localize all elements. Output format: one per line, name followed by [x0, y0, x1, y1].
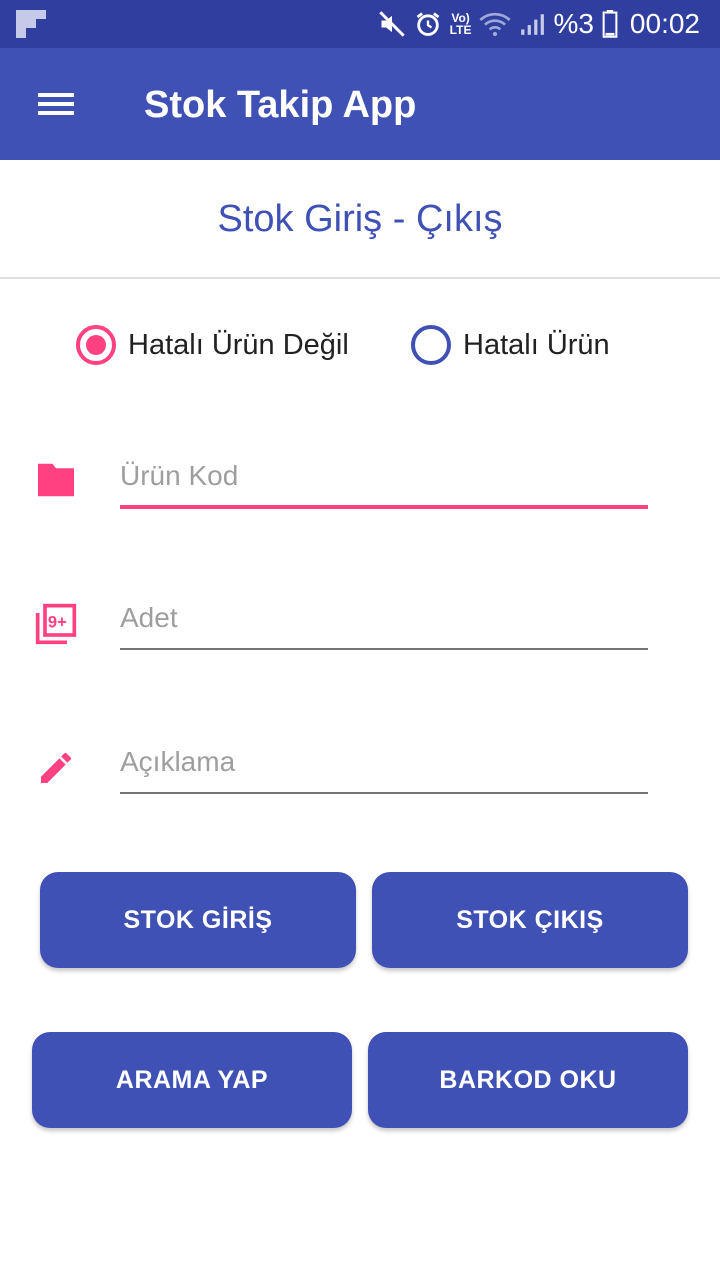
- quantity-field[interactable]: [120, 594, 648, 650]
- volte-bottom: LTE: [449, 23, 472, 37]
- status-bar: Vo) LTE %3 00:02: [0, 0, 720, 48]
- volte-label: Vo) LTE: [450, 12, 472, 36]
- status-icons: Vo) LTE %3 00:02: [378, 0, 700, 48]
- flipboard-notification-icon: [16, 10, 46, 38]
- quantity-underline: [120, 648, 648, 650]
- svg-text:9+: 9+: [48, 614, 67, 632]
- description-field[interactable]: [120, 738, 648, 794]
- description-underline: [120, 792, 648, 794]
- hamburger-menu-icon[interactable]: [28, 82, 84, 126]
- radio-unchecked-icon[interactable]: [411, 325, 451, 365]
- title-divider: [0, 277, 720, 279]
- radio-not-defective[interactable]: Hatalı Ürün Değil: [76, 325, 349, 365]
- app-bar: Stok Takip App: [0, 48, 720, 160]
- page-title: Stok Giriş - Çıkış: [217, 198, 503, 240]
- radio-label: Hatalı Ürün Değil: [128, 328, 349, 361]
- radio-defective[interactable]: Hatalı Ürün: [411, 325, 610, 365]
- mute-icon: [378, 11, 405, 37]
- search-button[interactable]: ARAMA YAP: [32, 1032, 352, 1128]
- stock-out-button[interactable]: STOK ÇIKIŞ: [372, 872, 688, 968]
- product-code-underline: [120, 505, 648, 509]
- product-code-field[interactable]: [120, 452, 648, 509]
- alarm-icon: [416, 12, 440, 36]
- clock: 00:02: [629, 8, 700, 39]
- battery-percent: %3: [553, 8, 594, 39]
- product-code-input[interactable]: [120, 452, 648, 500]
- pencil-icon: [41, 752, 71, 783]
- folder-icon: [38, 463, 74, 497]
- wifi-icon: [479, 12, 512, 37]
- description-input[interactable]: [120, 738, 648, 786]
- filter-9-plus-icon: 9+: [35, 603, 77, 645]
- app-title: Stok Takip App: [144, 84, 417, 126]
- quantity-input[interactable]: [120, 594, 648, 642]
- stock-in-button[interactable]: STOK GİRİŞ: [40, 872, 356, 968]
- barcode-scan-button[interactable]: BARKOD OKU: [368, 1032, 688, 1128]
- signal-icon: [521, 14, 545, 35]
- radio-checked-icon[interactable]: [76, 325, 116, 365]
- battery-icon: [602, 10, 618, 38]
- radio-label: Hatalı Ürün: [463, 328, 610, 361]
